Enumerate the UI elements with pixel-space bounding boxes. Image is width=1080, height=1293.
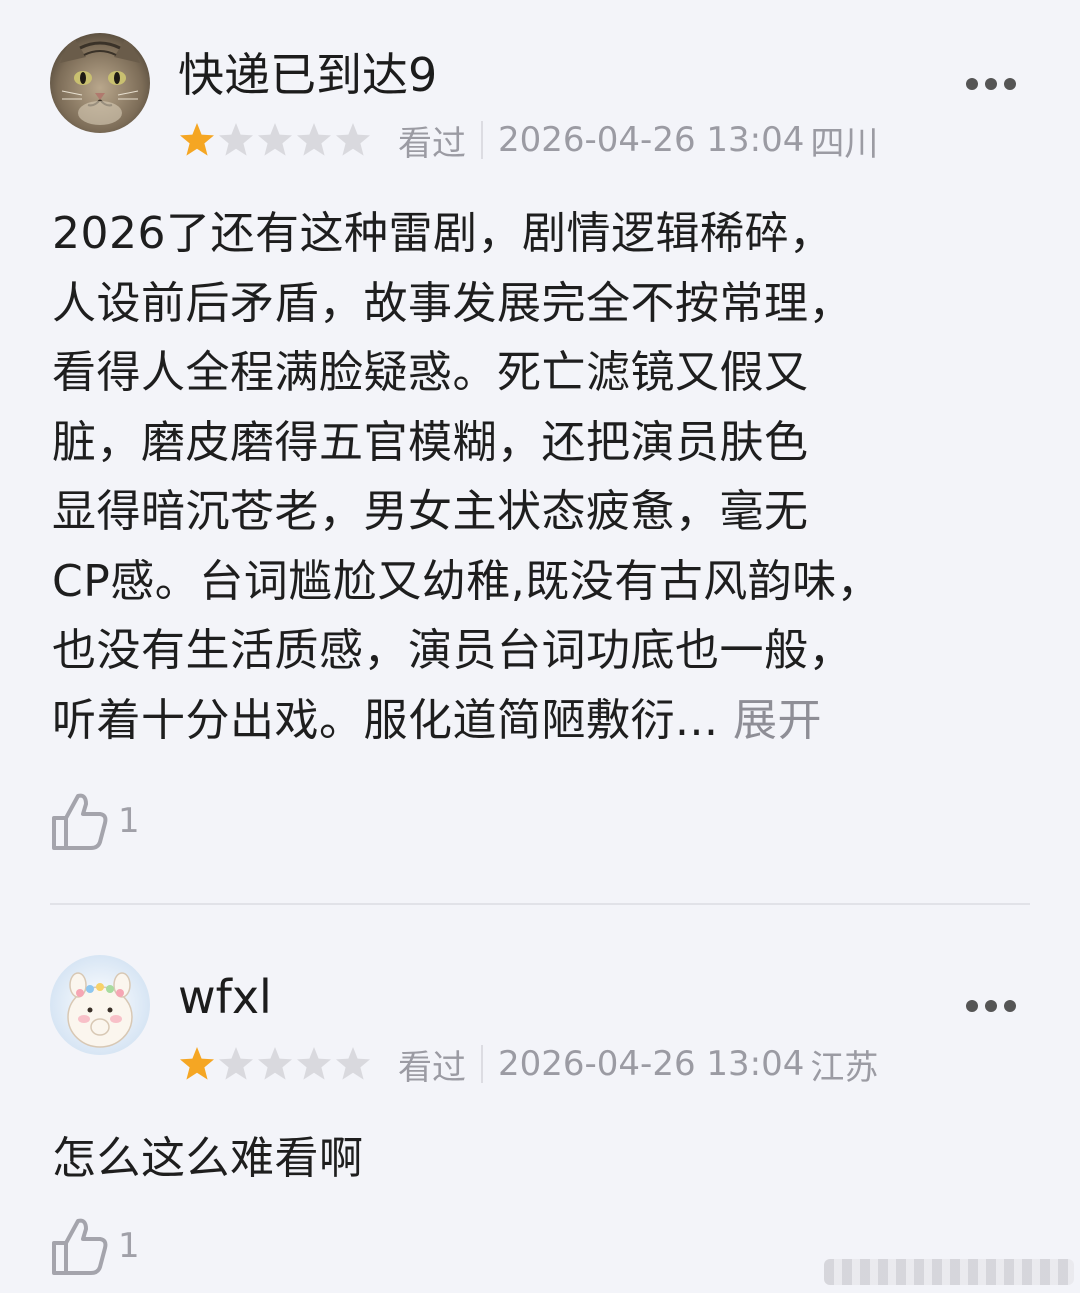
star-empty-icon: [258, 123, 292, 156]
star-filled-icon: [180, 123, 214, 156]
user-avatar[interactable]: [50, 33, 150, 133]
user-avatar[interactable]: [50, 955, 150, 1055]
star-filled-icon: [180, 1047, 214, 1080]
meta-separator: [481, 121, 483, 159]
watch-status: 看过: [398, 1047, 466, 1088]
username[interactable]: wfxl: [178, 969, 272, 1025]
review-meta: 看过 2026-04-26 13:04 四川: [178, 117, 879, 164]
more-options-button[interactable]: [966, 998, 1016, 1014]
star-empty-icon: [258, 1047, 292, 1080]
star-empty-icon: [336, 123, 370, 156]
review-content: 2026了还有这种雷剧，剧情逻辑稀碎， 人设前后矛盾，故事发展完全不按常理， 看…: [52, 199, 1042, 755]
watch-status: 看过: [398, 123, 466, 164]
star-rating: [178, 121, 372, 159]
content-line: 人设前后矛盾，故事发展完全不按常理，: [52, 277, 853, 329]
content-line: 显得暗沉苍老，男女主状态疲惫，毫无: [52, 486, 809, 537]
like-count: 1: [118, 1226, 140, 1266]
star-empty-icon: [219, 123, 253, 156]
review-location: 江苏: [810, 1047, 879, 1088]
content-line: 脏，磨皮磨得五官模糊，还把演员肤色: [52, 416, 809, 468]
like-button[interactable]: 1: [50, 788, 140, 854]
star-empty-icon: [297, 1047, 331, 1080]
content-line: 也没有生活质感，演员台词功底也一般，: [52, 625, 853, 676]
more-dot-icon: [1004, 1000, 1016, 1012]
username[interactable]: 快递已到达9: [178, 47, 437, 103]
review-timestamp: 2026-04-26 13:04: [498, 1044, 805, 1084]
content-line: 2026了还有这种雷剧，剧情逻辑稀碎，: [52, 208, 834, 259]
meta-separator: [481, 1045, 483, 1083]
thumbs-up-icon: [52, 1218, 108, 1275]
content-line: 怎么这么难看啊: [52, 1133, 364, 1184]
system-gesture-bar: [824, 1259, 1074, 1285]
review-divider: [50, 903, 1030, 905]
more-dot-icon: [985, 1000, 997, 1012]
more-dot-icon: [1004, 78, 1016, 90]
like-count: 1: [118, 801, 140, 841]
thumbs-up-icon: [52, 793, 108, 850]
more-dot-icon: [985, 78, 997, 90]
review-meta: 看过 2026-04-26 13:04 江苏: [178, 1041, 879, 1088]
bunny-avatar-icon: [50, 955, 150, 1055]
star-empty-icon: [336, 1047, 370, 1080]
review-content: 怎么这么难看啊: [52, 1124, 1042, 1194]
expand-button[interactable]: 展开: [733, 695, 822, 746]
more-dot-icon: [966, 78, 978, 90]
more-options-button[interactable]: [966, 76, 1016, 92]
content-line-text: 听着十分出戏。服化道简陋敷衍...: [52, 694, 719, 746]
like-button[interactable]: 1: [50, 1213, 140, 1279]
star-empty-icon: [297, 123, 331, 156]
star-empty-icon: [219, 1047, 253, 1080]
content-line: CP感。台词尴尬又幼稚,既没有古风韵味，: [52, 555, 882, 607]
content-line: 看得人全程满脸疑惑。死亡滤镜又假又: [52, 347, 809, 398]
review-location: 四川: [810, 123, 879, 164]
cat-avatar-icon: [50, 33, 150, 133]
content-line-last: 听着十分出戏。服化道简陋敷衍... 展开: [52, 686, 1042, 756]
star-rating: [178, 1045, 372, 1083]
review-timestamp: 2026-04-26 13:04: [498, 120, 805, 160]
more-dot-icon: [966, 1000, 978, 1012]
